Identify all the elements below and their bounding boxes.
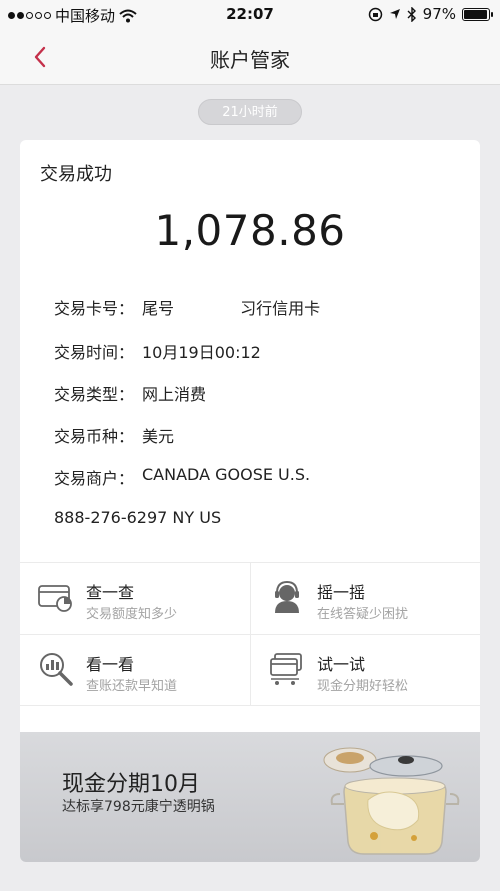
detail-value: 10月19日00:12: [142, 343, 261, 362]
detail-label: 交易商户：: [54, 469, 135, 488]
action-grid: 查一查 交易额度知多少 摇一摇 在线答疑少困扰 看一看 查账还款早知道 试一试 …: [20, 562, 480, 706]
nav-bar: 账户管家: [0, 30, 500, 85]
page-title: 账户管家: [210, 48, 290, 72]
cards-cart-icon: [270, 653, 302, 685]
detail-row-card: 交易卡号： 尾号 习行信用卡: [54, 295, 320, 319]
bluetooth-icon: [407, 6, 416, 22]
transaction-status: 交易成功: [40, 164, 112, 185]
action-title: 查一查: [86, 583, 135, 602]
location-arrow-icon: [389, 9, 400, 19]
detail-value: 网上消费: [142, 385, 207, 404]
detail-value: CANADA GOOSE U.S.: [142, 465, 311, 484]
battery-icon: [462, 7, 493, 21]
rotation-lock-icon: [368, 7, 382, 21]
status-bar: 中国移动 22:07 97%: [0, 0, 500, 30]
battery-percent: 97%: [422, 5, 456, 23]
action-title: 试一试: [317, 655, 366, 674]
action-subtitle: 查账还款早知道: [86, 679, 178, 694]
headset-agent-icon: [275, 580, 299, 613]
action-subtitle: 在线答疑少困扰: [317, 607, 409, 622]
merchant-phone: 888-276-6297 NY US: [54, 508, 221, 527]
detail-label: 交易币种：: [54, 427, 135, 446]
promo-banner[interactable]: 现金分期10月 达标享798元康宁透明锅: [20, 732, 480, 862]
detail-row-time: 交易时间： 10月19日00:12: [54, 339, 261, 363]
glass-pot-image: [323, 747, 460, 855]
action-title: 看一看: [86, 655, 135, 674]
detail-row-type: 交易类型： 网上消费: [54, 381, 206, 405]
action-subtitle: 现金分期好轻松: [317, 679, 409, 694]
magnifier-icon: [40, 653, 73, 686]
transaction-amount: 1,078.86: [154, 206, 346, 255]
detail-row-currency: 交易币种： 美元: [54, 423, 174, 447]
detail-value: 尾号 习行信用卡: [142, 299, 321, 318]
promo-subtitle: 达标享798元康宁透明锅: [62, 799, 215, 815]
transaction-card: 交易成功 1,078.86 交易卡号： 尾号 习行信用卡 交易时间： 10月19…: [20, 140, 480, 862]
detail-label: 交易卡号：: [54, 299, 135, 318]
merchant-phone-text: 888-276-6297 NY US: [54, 508, 222, 527]
timestamp-pill: 21小时前: [198, 99, 302, 125]
action-title: 摇一摇: [317, 583, 366, 602]
action-shake-button[interactable]: 摇一摇 在线答疑少困扰: [251, 563, 480, 634]
action-subtitle: 交易额度知多少: [86, 607, 178, 622]
detail-label: 交易类型：: [54, 385, 135, 404]
action-view-button[interactable]: 看一看 查账还款早知道: [20, 635, 249, 706]
detail-label: 交易时间：: [54, 343, 135, 362]
status-right: 97%: [368, 5, 493, 23]
detail-row-merchant: 交易商户： CANADA GOOSE U.S.: [54, 465, 310, 489]
card-pie-icon: [38, 585, 72, 612]
action-try-button[interactable]: 试一试 现金分期好轻松: [251, 635, 480, 706]
action-check-button[interactable]: 查一查 交易额度知多少: [20, 563, 249, 634]
detail-value: 美元: [142, 427, 175, 446]
promo-title: 现金分期10月: [62, 772, 200, 797]
